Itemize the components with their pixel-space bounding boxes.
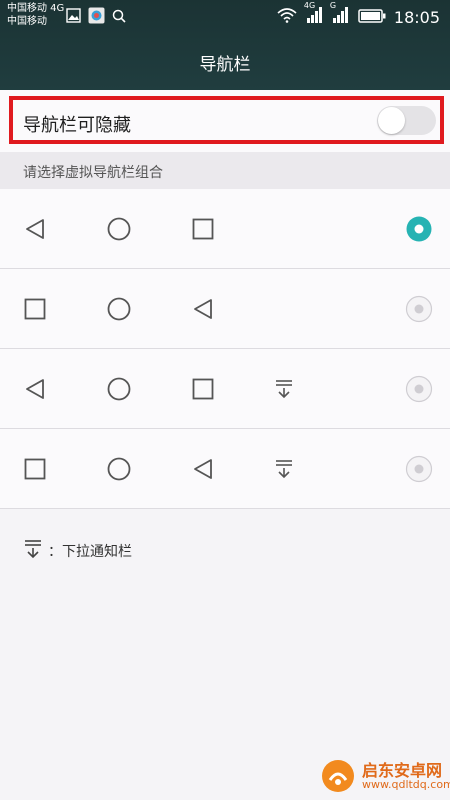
clock: 18:05 [393, 7, 440, 27]
gallery-icon [66, 8, 81, 27]
nav-combo-option-3[interactable] [0, 349, 450, 429]
back-icon [192, 298, 214, 324]
radio-unselected[interactable] [405, 295, 433, 323]
radio-selected[interactable] [405, 215, 433, 243]
network-tag-4g: 4G [303, 1, 316, 10]
network-tag-g: G [329, 1, 337, 10]
hide-navbar-switch[interactable] [377, 106, 436, 135]
carrier-line-2: 中国移动 [7, 16, 47, 27]
status-bar: 中国移动 4G 中国移动 4G G 18:05 [0, 0, 450, 34]
signal-icon: G [330, 1, 350, 27]
nav-combo-option-2[interactable] [0, 269, 450, 349]
nav-combo-option-1[interactable] [0, 189, 450, 269]
hide-navbar-label: 导航栏可隐藏 [23, 115, 131, 136]
legend-text: ：下拉通知栏 [48, 544, 132, 560]
switch-knob [378, 107, 405, 134]
section-label: 请选择虚拟导航栏组合 [23, 165, 163, 181]
back-icon [24, 378, 46, 404]
recent-icon [24, 298, 46, 324]
recent-icon [24, 458, 46, 484]
pull-down-notification-icon [274, 379, 294, 403]
home-icon [107, 217, 131, 245]
carrier-info: 中国移动 4G 中国移动 [7, 2, 64, 28]
home-icon [107, 297, 131, 325]
pull-down-notification-icon [23, 539, 43, 563]
header: 中国移动 4G 中国移动 4G G 18:05 导航栏 [0, 0, 450, 90]
pull-down-notification-icon [274, 459, 294, 483]
recent-icon [192, 378, 214, 404]
battery-icon [358, 8, 386, 27]
back-icon [192, 458, 214, 484]
radio-unselected[interactable] [405, 455, 433, 483]
app-icon [88, 7, 105, 28]
signal-icon: 4G [304, 1, 324, 27]
wifi-icon [276, 7, 298, 27]
home-icon [107, 457, 131, 485]
watermark-url: www.qdltdq.com [362, 778, 450, 791]
status-right: 4G G 18:05 [276, 1, 440, 28]
recent-icon [192, 218, 214, 244]
nav-combo-option-4[interactable] [0, 429, 450, 509]
carrier-line-1: 中国移动 4G [7, 3, 65, 14]
radio-unselected[interactable] [405, 375, 433, 403]
home-icon [107, 377, 131, 405]
search-icon [112, 8, 126, 27]
back-icon [24, 218, 46, 244]
page-title: 导航栏 [199, 55, 251, 75]
